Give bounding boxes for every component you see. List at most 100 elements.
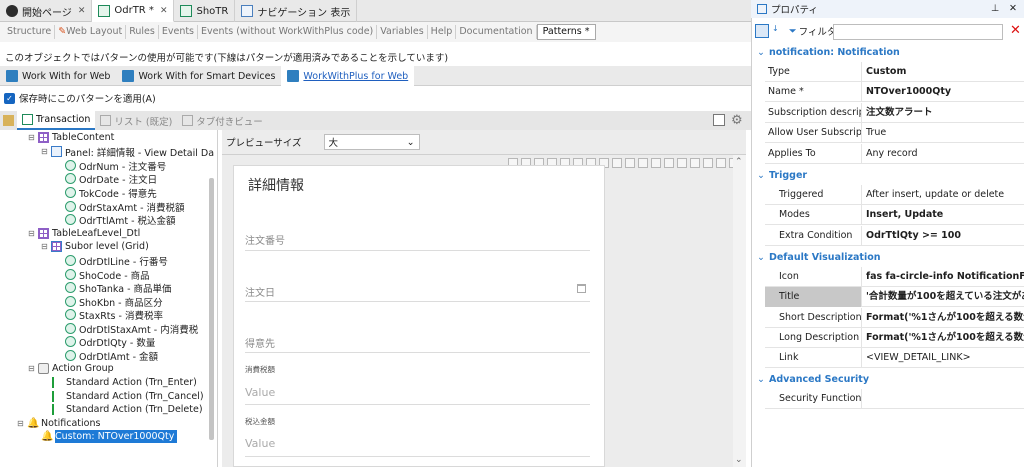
tree-node-action-group[interactable]: ⊟ Action Group [28, 362, 114, 375]
tree-node-notifications[interactable]: ⊟ 🔔 Notifications [17, 417, 100, 430]
tree-node-attribute[interactable]: OdrDate - 注文日 [65, 172, 157, 186]
tree-node-panel[interactable]: ⊟ Panel: 詳細情報 - View Detail Da [41, 145, 214, 159]
attribute-icon [65, 187, 76, 198]
field-label-total: 税込金額 [245, 417, 275, 426]
preview-size-select[interactable]: 大 ⌄ [323, 134, 420, 150]
tree-node-attribute[interactable]: OdrDtlAmt - 金額 [65, 349, 158, 363]
apply-on-save-checkbox[interactable]: ✓ 保存時にこのパターンを適用(A) [4, 91, 156, 105]
scroll-up-icon[interactable]: ⌃ [735, 157, 743, 167]
property-row[interactable]: Type Custom [765, 61, 1024, 82]
tree-node-attribute[interactable]: OdrTtlAmt - 税込金額 [65, 213, 176, 227]
close-icon[interactable]: ✕ [1009, 3, 1017, 14]
filter-input[interactable] [833, 24, 1003, 40]
tree-node-attribute[interactable]: OdrNum - 注文番号 [65, 159, 166, 173]
categorized-icon[interactable] [755, 24, 769, 38]
close-icon[interactable]: ✕ [78, 6, 86, 16]
tab-structure[interactable]: Structure [4, 25, 56, 39]
toolbar-icon[interactable] [716, 158, 726, 168]
preview-scrollbar[interactable]: ⌃ ⌄ [733, 155, 746, 467]
pattern-icon [287, 70, 300, 82]
gear-icon[interactable]: ⚙ [731, 113, 743, 128]
toolbar-icon[interactable] [625, 158, 635, 168]
tree-node-attribute[interactable]: ShoKbn - 商品区分 [65, 295, 163, 309]
field-label-order-number: 注文番号 [245, 236, 285, 247]
tab-help[interactable]: Help [428, 25, 457, 39]
tab-events[interactable]: Events [159, 25, 199, 39]
tree-node-attribute[interactable]: OdrDtlQty - 数量 [65, 335, 155, 349]
tree-node-action[interactable]: Standard Action (Trn_Cancel) [52, 390, 204, 403]
tree-node-attribute[interactable]: OdrDtlStaxAmt - 内消費税 [65, 322, 198, 336]
tab-tabbed-view[interactable]: タブ付きビュー [177, 111, 268, 130]
toolbar-icon[interactable] [651, 158, 661, 168]
tree-node-action[interactable]: Standard Action (Trn_Enter) [52, 376, 197, 389]
property-row[interactable]: Name * NTOver1000Qty [765, 81, 1024, 102]
attribute-icon [65, 173, 76, 184]
property-row[interactable]: Extra Condition OdrTtlQty >= 100 [765, 225, 1024, 246]
tree-node-attribute[interactable]: StaxRts - 消費税率 [65, 308, 163, 322]
tab-web-layout[interactable]: ✎Web Layout [55, 25, 127, 39]
toolbar-icon[interactable] [664, 158, 674, 168]
property-row[interactable]: Link <VIEW_DETAIL_LINK> [765, 347, 1024, 368]
property-row[interactable]: Allow User SubscriptioTrue [765, 122, 1024, 143]
calendar-icon[interactable] [577, 284, 586, 293]
tab-work-with-smart-devices[interactable]: Work With for Smart Devices [116, 66, 281, 86]
toolbar-icon[interactable] [677, 158, 687, 168]
property-row[interactable]: Security Functionality [765, 388, 1024, 409]
filter-icon[interactable]: ⏷ [789, 26, 797, 37]
tab-variables[interactable]: Variables [377, 25, 428, 39]
category-trigger[interactable]: ⌄ Trigger [757, 168, 807, 182]
folder-icon[interactable] [3, 115, 14, 126]
toolbar-icon[interactable] [690, 158, 700, 168]
tab-shotr[interactable]: ShoTR [174, 0, 236, 22]
tab-list-default[interactable]: リスト (既定) [95, 111, 177, 130]
object-part-tabs: Structure ✎Web Layout Rules Events Event… [0, 22, 751, 42]
property-row[interactable]: Iconfas fa-circle-info NotificationFontI… [765, 266, 1024, 287]
close-icon[interactable]: ✕ [160, 6, 168, 16]
tree-node-notification-custom[interactable]: 🔔 Custom: NTOver1000Qty [41, 430, 178, 443]
property-row[interactable]: Modes Insert, Update [765, 204, 1024, 225]
property-row[interactable]: Applies To Any record [765, 143, 1024, 164]
category-advanced-security[interactable]: ⌄ Advanced Security [757, 372, 869, 386]
preview-size-label: プレビューサイズ [226, 138, 302, 149]
toolbar-icon[interactable] [703, 158, 713, 168]
tree-node-attribute[interactable]: ShoTanka - 商品単価 [65, 281, 172, 295]
tab-patterns[interactable]: Patterns * [536, 24, 596, 40]
tab-odrtr[interactable]: OdrTR * ✕ [92, 0, 175, 22]
add-note-icon[interactable] [713, 114, 725, 126]
clear-filter-icon[interactable]: ✕ [1010, 23, 1021, 38]
field-value-total: Value [245, 437, 276, 450]
tab-workwithplus-for-web[interactable]: WorkWithPlus for Web [281, 66, 415, 86]
tab-documentation[interactable]: Documentation [456, 25, 537, 39]
toolbar-icon[interactable] [638, 158, 648, 168]
tab-transaction[interactable]: Transaction [17, 111, 96, 130]
tree-node-grid[interactable]: ⊟ Subor level (Grid) [41, 240, 149, 253]
tree-node-tableleaflevel[interactable]: ⊟ TableLeafLevel_Dtl [28, 227, 140, 240]
field-label-tax: 消費税額 [245, 365, 275, 374]
pin-icon[interactable]: ⊥ [991, 3, 999, 14]
property-row[interactable]: Triggered After insert, update or delete [765, 184, 1024, 205]
sort-az-icon[interactable]: ↓ [772, 24, 786, 38]
property-row[interactable]: Long DescriptionFormat('%1さんが100を超える数量を.… [765, 327, 1024, 348]
tree-node-action[interactable]: Standard Action (Trn_Delete) [52, 403, 203, 416]
scroll-down-icon[interactable]: ⌄ [735, 455, 743, 465]
category-notification[interactable]: ⌄ notification: Notification [757, 45, 900, 59]
tree-node-attribute[interactable]: TokCode - 得意先 [65, 186, 157, 200]
tab-navigation-view[interactable]: ナビゲーション 表示 [235, 0, 358, 22]
tab-rules[interactable]: Rules [126, 25, 159, 39]
tree-node-attribute[interactable]: OdrStaxAmt - 消費税額 [65, 200, 185, 214]
property-row-selected[interactable]: Title'合計数量が100を超えている注文がありま [765, 286, 1024, 307]
property-row[interactable]: Short DescriptionFormat('%1さんが100を超える数量を… [765, 307, 1024, 328]
field-label-order-date: 注文日 [245, 288, 275, 299]
tree-node-tablecontent[interactable]: ⊟ TableContent [28, 131, 114, 144]
tree-scrollbar[interactable] [209, 178, 214, 440]
collapse-icon: ⌄ [757, 251, 765, 263]
tab-work-with-for-web[interactable]: Work With for Web [0, 66, 116, 86]
tree-node-attribute[interactable]: OdrDtlLine - 行番号 [65, 254, 168, 268]
tab-events-without-wwp[interactable]: Events (without WorkWithPlus code) [198, 25, 378, 39]
property-row[interactable]: Subscription descriptic注文数アラート [765, 102, 1024, 123]
category-default-visualization[interactable]: ⌄ Default Visualization [757, 250, 881, 264]
tree-node-attribute[interactable]: ShoCode - 商品 [65, 268, 150, 282]
toolbar-icon[interactable] [612, 158, 622, 168]
field-underline [245, 456, 590, 457]
tab-start-page[interactable]: 開始ページ ✕ [0, 0, 93, 22]
